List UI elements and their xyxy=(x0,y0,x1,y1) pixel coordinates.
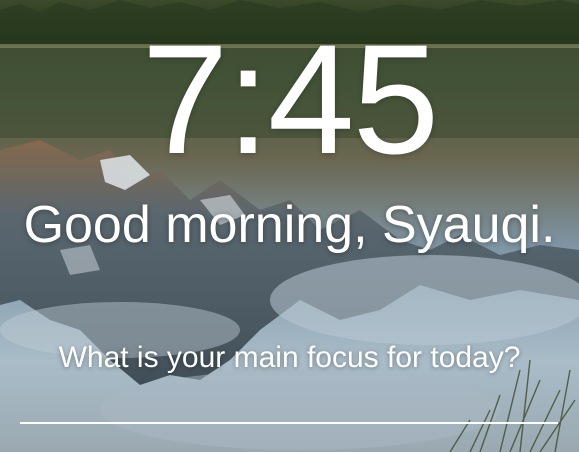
greeting-text: Good morning, Syauqi. xyxy=(23,196,556,254)
clock-time: 7:45 xyxy=(141,13,440,187)
focus-input[interactable] xyxy=(20,392,558,424)
focus-prompt: What is your main focus for today? xyxy=(58,341,521,374)
